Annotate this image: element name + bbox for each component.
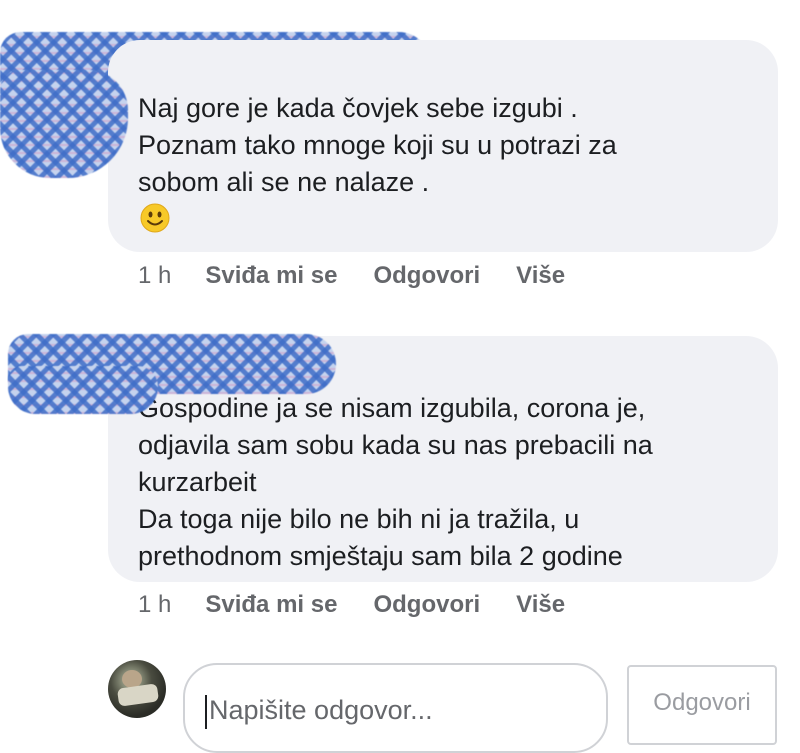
- like-button[interactable]: Sviđa mi se: [205, 262, 337, 290]
- more-link[interactable]: Više: [516, 262, 565, 290]
- like-button[interactable]: Sviđa mi se: [205, 591, 337, 619]
- reply-submit-button[interactable]: Odgovori: [627, 665, 777, 745]
- avatar-photo-detail: [116, 683, 160, 707]
- reply-input-placeholder: Napišite odgovor...: [209, 695, 433, 725]
- reply-link[interactable]: Odgovori: [373, 591, 480, 619]
- reply-link[interactable]: Odgovori: [373, 262, 480, 290]
- comment-text: Naj gore je kada čovjek sebe izgubi . Po…: [138, 93, 617, 197]
- comment-text: Gospodine ja se nisam izgubila, corona j…: [138, 393, 653, 571]
- comment-actions: 1 h Sviđa mi se Odgovori Više: [138, 262, 601, 290]
- text-caret: [205, 695, 207, 729]
- redacted-avatar: [8, 366, 158, 414]
- comment-timestamp: 1 h: [138, 262, 172, 289]
- smiley-emoji-icon: [140, 203, 170, 233]
- comment-timestamp: 1 h: [138, 591, 172, 618]
- reply-input[interactable]: Napišite odgovor...: [183, 663, 608, 753]
- comment-bubble: Naj gore je kada čovjek sebe izgubi . Po…: [108, 40, 778, 252]
- more-link[interactable]: Više: [516, 591, 565, 619]
- user-avatar: [108, 660, 166, 718]
- comment-actions: 1 h Sviđa mi se Odgovori Više: [138, 591, 601, 619]
- redacted-avatar: [0, 70, 128, 178]
